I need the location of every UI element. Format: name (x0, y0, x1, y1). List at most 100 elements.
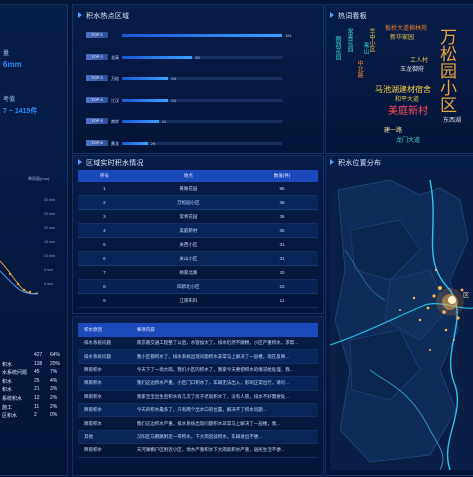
table-cell: 6 (78, 251, 131, 266)
table-cell: 降雨积水 (78, 416, 131, 431)
table-row[interactable]: 降雨积水 今天下了一场大雨，我们小区的积水了，我家今天要把积水的情况给处理，我..… (78, 363, 318, 378)
word-big[interactable]: 万松园小区 (437, 28, 456, 113)
table-cell: 降雨积水 (78, 403, 131, 418)
table-row[interactable]: 排水系统问题 南京路交通工程整了以后，水管加大了，排水仍然不顺畅，小区严重积水，求… (78, 337, 318, 351)
col-index: 序号 (78, 170, 131, 182)
col-location: 地点 (130, 170, 246, 182)
table-cell: 96 (245, 182, 318, 196)
list-pct: 2% (50, 395, 58, 401)
table-row[interactable]: 降雨积水 我们这边积水严重，排水系统出现问题积水非常马上解决了一层楼，我... (78, 416, 318, 431)
table-cell: 降雨积水 (78, 390, 131, 404)
details-table: 积水原因 事项内容 排水系统问题 南京路交通工程整了以后，水管加大了，排水仍然不顺… (78, 323, 318, 458)
table-row[interactable]: 7 杨家北路 20 (78, 265, 318, 280)
col-reason: 积水原因 (78, 323, 131, 337)
table-cell: 四新北小区 (130, 279, 246, 294)
water-map[interactable] (330, 170, 473, 470)
table-row[interactable]: 降雨积水 今天的积水最多了，只有两个出水口的位置，解决不了积水问题... (78, 403, 318, 418)
list-pct: 2% (50, 403, 58, 410)
table-cell: 23 (245, 279, 318, 294)
table-cell: 万松园小区 (130, 195, 246, 210)
bar-value: 80 (195, 54, 200, 60)
table-row[interactable]: 9 江南布料 11 (78, 293, 318, 308)
list-count: 138 (34, 360, 43, 367)
bar-fill (122, 34, 282, 37)
table-cell: 3 (78, 209, 131, 224)
table-cell: 排水系统问题 (78, 337, 131, 351)
table-cell: 7 (78, 265, 131, 280)
rank-badge: TOP 4 (86, 96, 108, 103)
list-pct: 64% (50, 352, 61, 358)
table-cell: 我家宝宝出生后积水有几次了房子老就积水了，没有人管，排水不好需要处... (130, 390, 318, 404)
word-3[interactable]: 新华家园 (390, 35, 414, 41)
table-row[interactable]: 降雨积水 我家宝宝出生后积水有几次了房子老就积水了，没有人管，排水不好需要处... (78, 390, 318, 404)
rainfall-line (0, 260, 39, 295)
table-cell: 我们这边积水严重，排水系统出现问题积水非常马上解决了一层楼，我... (130, 416, 318, 431)
metric-value-2: 7 ~ 1415件 (3, 108, 38, 115)
word-9[interactable]: 玉龙御府 (400, 67, 424, 73)
table-row[interactable]: 8 四新北小区 23 (78, 279, 318, 294)
word-16[interactable]: 东西湖 (443, 118, 461, 124)
table-cell: 江南布料 (130, 293, 246, 308)
rank-badge: TOP 5 (86, 118, 108, 124)
table-cell: 降雨积水 (78, 443, 131, 458)
table-row[interactable]: 降雨积水 我们这边积水严重，小区门口积水了，车辆无法出入，影响正常出行，请尽... (78, 376, 318, 391)
metric-label-2: 考值 (3, 97, 16, 103)
list-pct: 4% (50, 377, 58, 384)
table-cell: 35 (245, 223, 318, 238)
list-name: 区积水 (2, 413, 18, 420)
table-row[interactable]: 4 美庭新村 35 (78, 223, 318, 238)
table-row[interactable]: 排水系统问题 我小区都积水了，排水系统出现问题积水非常马上解决了一层楼，现在反映.… (78, 349, 318, 364)
word-5[interactable]: 和平大道 (395, 97, 419, 103)
table-cell: 常青花园 (130, 209, 246, 224)
word-10[interactable]: 建一路 (384, 128, 402, 134)
word-2[interactable]: 板桥大道棉林苑 (385, 26, 427, 32)
table-cell: 排水系统问题 (78, 349, 131, 364)
bar-fill (122, 141, 148, 145)
rank-badge: TOP 1 (86, 32, 108, 38)
rainfall-chart: 降雨量(mm) 30 mm 25 mm 20 mm 15 mm 10 mm 5 mm 0 m… (0, 176, 64, 306)
table-cell: 1 (78, 182, 131, 196)
col-content: 事项内容 (130, 323, 318, 337)
wordcloud-title: 热词看板 (330, 12, 367, 20)
table-cell: 天河湖棚户区附近小区，地水严重积水下大雨就积水严重，居民生活不便... (130, 443, 318, 458)
table-row[interactable]: 1 黄陂花园 96 (78, 182, 318, 196)
table-cell: 11 (245, 293, 318, 308)
list-pct: 3% (50, 386, 58, 393)
list-count: 2 (34, 412, 37, 419)
table-cell: 其他 (78, 430, 131, 445)
word-14[interactable]: 华中小区 (368, 28, 374, 52)
table-cell: 2 (78, 195, 131, 210)
table-cell: 9 (78, 293, 131, 308)
list-count: 427 (34, 352, 43, 358)
bar-value: 41 (161, 119, 167, 124)
hotspot-name: 万松 (111, 76, 119, 81)
table-cell: 我小区都积水了，排水系统出现问题积水非常马上解决了一层楼，现在反映... (130, 349, 318, 364)
list-name: 系统积水 (2, 396, 23, 402)
word-15[interactable]: 龙门大道 (396, 138, 420, 144)
word-12[interactable]: 中北路 (356, 60, 362, 78)
table-row[interactable]: 5 关西小区 31 (78, 237, 318, 252)
list-pct: 7% (50, 369, 58, 376)
bar-value: 181 (285, 33, 292, 38)
table-cell: 关西小区 (130, 237, 246, 252)
hotspot-name: 南岸 (111, 119, 119, 124)
word-13[interactable]: 鹦鹉花园 (334, 36, 340, 60)
table-cell: 杨家北路 (130, 265, 246, 280)
table-row[interactable]: 6 关山小区 31 (78, 251, 318, 266)
word-4[interactable]: 常青花园 (346, 28, 352, 52)
word-6[interactable]: 马池湖建材宿舍 (375, 86, 431, 94)
list-name: 积水 (2, 387, 13, 394)
list-count: 25 (34, 377, 40, 384)
table-row[interactable]: 2 万松园小区 36 (78, 195, 318, 210)
realtime-title: 区域实时积水情况 (78, 159, 144, 167)
metric-value-1: 6mm (3, 60, 22, 69)
bar-value: 29 (150, 140, 156, 146)
word-8[interactable]: 工人村 (410, 58, 428, 64)
list-count: 45 (34, 369, 40, 376)
word-7[interactable]: 美庭新村 (388, 107, 428, 117)
table-cell: 黄陂花园 (130, 182, 246, 196)
table-row[interactable]: 3 常青花园 36 (78, 209, 318, 224)
table-row[interactable]: 降雨积水 天河湖棚户区附近小区，地水严重积水下大雨就积水严重，居民生活不便... (78, 443, 318, 458)
table-row[interactable]: 其他 汉阳区马鹦路附近一带积水，下大雨后就积水，车辆进出不便... (78, 430, 318, 445)
table-cell: 降雨积水 (78, 363, 131, 378)
